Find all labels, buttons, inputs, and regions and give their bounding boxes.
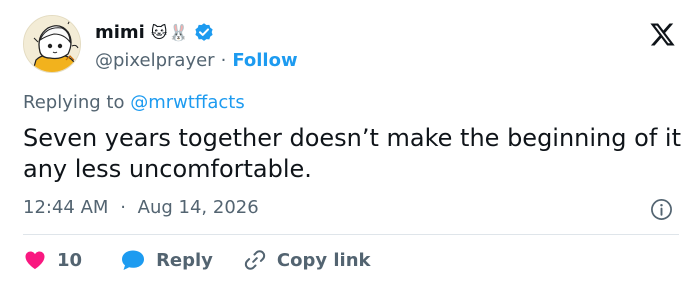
x-logo-icon[interactable] bbox=[649, 21, 676, 48]
handle-separator: · bbox=[220, 49, 227, 71]
reply-context: Replying to @mrwtffacts bbox=[23, 92, 245, 113]
like-button[interactable]: 10 bbox=[23, 248, 82, 272]
link-icon bbox=[244, 250, 266, 270]
tweet-date: Aug 14, 2026 bbox=[137, 197, 259, 218]
author-name-row: mimi 🐱🐰 bbox=[95, 19, 215, 45]
divider bbox=[23, 234, 679, 235]
avatar[interactable] bbox=[23, 15, 81, 73]
author-handle-row: @pixelprayer · Follow bbox=[95, 47, 298, 73]
author-handle[interactable]: @pixelprayer bbox=[95, 50, 215, 71]
copy-link-button[interactable]: Copy link bbox=[243, 248, 371, 272]
reply-context-prefix: Replying to bbox=[23, 92, 125, 113]
verified-badge-icon bbox=[195, 23, 214, 41]
tweet-timestamp[interactable]: 12:44 AM · Aug 14, 2026 bbox=[23, 197, 259, 218]
info-icon[interactable] bbox=[650, 198, 673, 221]
tweet-text: Seven years together doesn’t make the be… bbox=[23, 124, 681, 183]
like-count: 10 bbox=[57, 249, 83, 271]
reply-label: Reply bbox=[156, 249, 213, 271]
tweet-time: 12:44 AM bbox=[23, 197, 109, 218]
action-bar: 10 Reply Copy link bbox=[23, 246, 371, 274]
speech-bubble-icon bbox=[122, 250, 145, 270]
follow-button[interactable]: Follow bbox=[232, 50, 297, 71]
author-display-name[interactable]: mimi bbox=[95, 22, 145, 43]
author-name-emoji: 🐱🐰 bbox=[150, 22, 190, 42]
copy-link-label: Copy link bbox=[276, 249, 371, 271]
reply-mention-link[interactable]: @mrwtffacts bbox=[130, 92, 244, 113]
reply-button[interactable]: Reply bbox=[120, 248, 213, 272]
heart-icon bbox=[25, 251, 45, 269]
timestamp-separator: · bbox=[120, 197, 126, 218]
